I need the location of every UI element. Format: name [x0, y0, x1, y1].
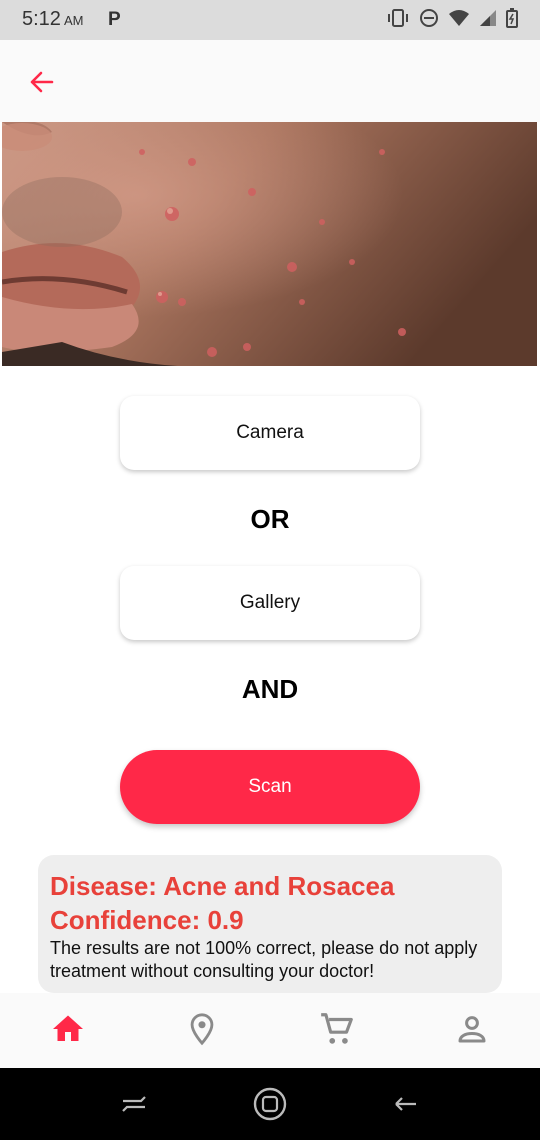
camera-button[interactable]: Camera [120, 396, 420, 470]
result-card: Disease: Acne and Rosacea Confidence: 0.… [38, 855, 502, 993]
and-separator: AND [241, 674, 299, 704]
status-time: 5:12 AM [22, 8, 84, 30]
do-not-disturb-icon [420, 9, 438, 27]
back-icon [395, 1097, 416, 1111]
status-icons [386, 8, 518, 28]
nav-cart[interactable] [315, 1007, 359, 1051]
home-system-button[interactable] [252, 1086, 288, 1122]
skin-photo [2, 122, 537, 366]
disease-text: Disease: Acne and Rosacea [50, 871, 395, 901]
signal-icon [480, 10, 496, 26]
cart-icon [321, 1013, 353, 1044]
confidence-text: Confidence: 0.9 [50, 905, 244, 935]
back-system-button[interactable] [388, 1086, 424, 1122]
parking-notification-icon: P [108, 9, 121, 30]
home-circle-icon [253, 1087, 287, 1121]
gallery-button[interactable]: Gallery [120, 566, 420, 640]
bottom-nav [0, 993, 540, 1068]
wifi-icon [449, 10, 469, 26]
back-arrow-icon[interactable] [26, 66, 58, 98]
recents-button[interactable] [116, 1086, 152, 1122]
home-icon [53, 1015, 83, 1041]
nav-home[interactable] [46, 1007, 90, 1051]
disclaimer-text: The results are not 100% correct, please… [50, 938, 478, 981]
nav-location[interactable] [180, 1007, 224, 1051]
vibrate-icon [388, 9, 408, 27]
battery-icon [506, 8, 518, 28]
recents-icon [122, 1096, 146, 1112]
nav-profile[interactable] [450, 1007, 494, 1051]
scan-button[interactable]: Scan [120, 750, 420, 824]
app-bar [0, 40, 540, 122]
status-bar: 5:12 AM P [0, 0, 540, 40]
person-icon [458, 1016, 486, 1043]
or-separator: OR [250, 504, 290, 534]
system-nav-bar [0, 1068, 540, 1140]
location-pin-icon [190, 1013, 214, 1046]
